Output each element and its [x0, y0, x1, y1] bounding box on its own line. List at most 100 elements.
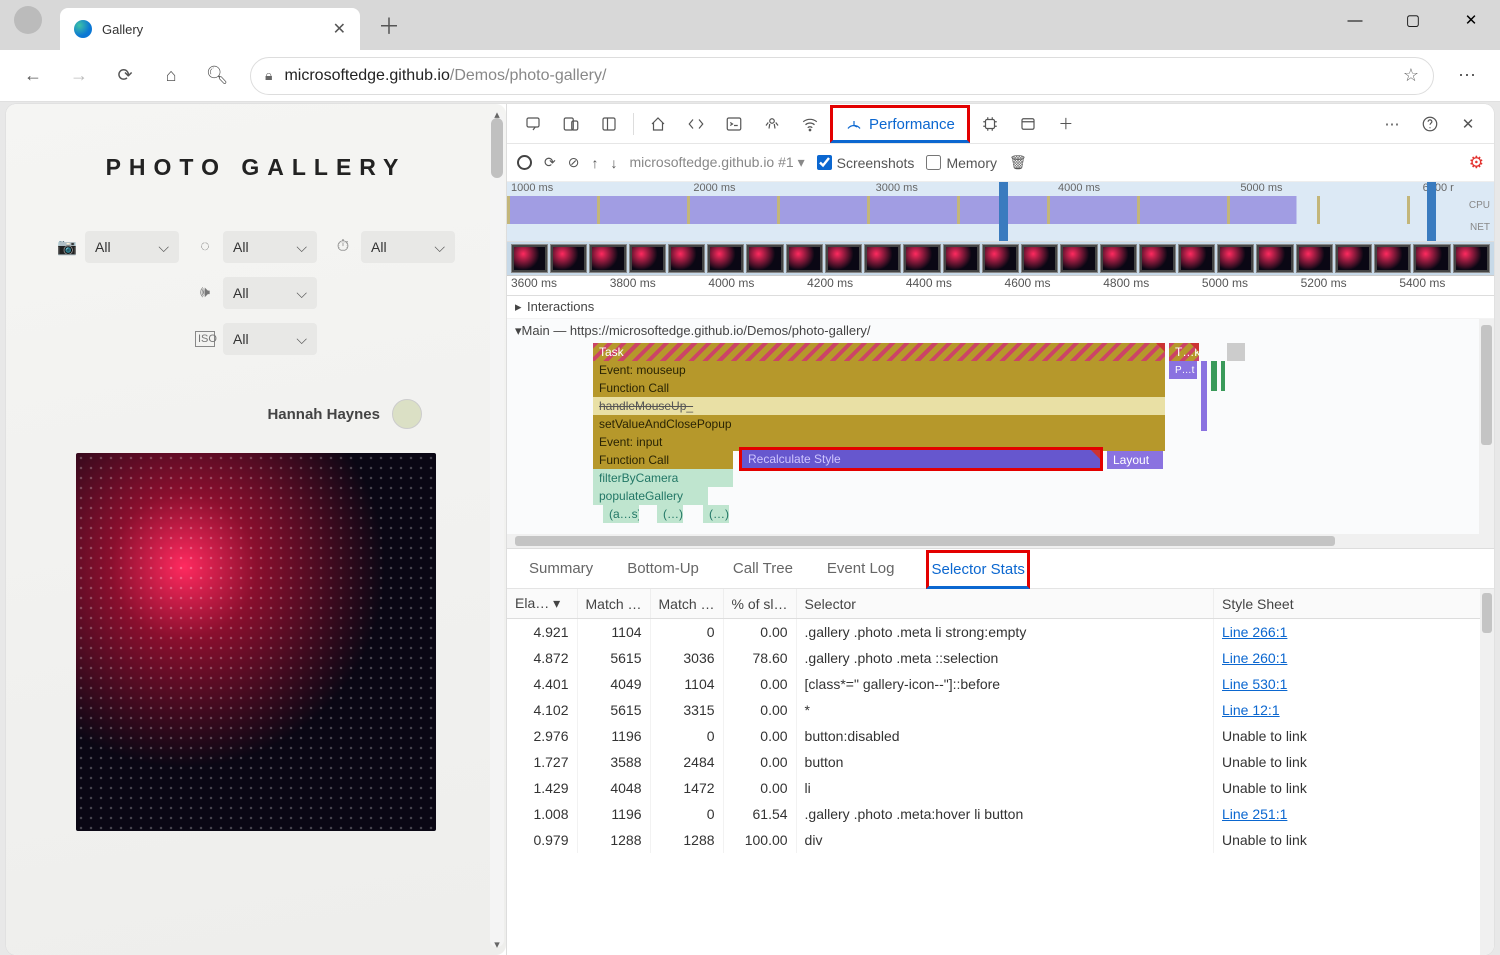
page-title: PHOTO GALLERY: [46, 154, 466, 181]
tab-bottom-up[interactable]: Bottom-Up: [625, 552, 701, 585]
table-row[interactable]: 1.727358824840.00buttonUnable to link: [507, 749, 1494, 775]
col-stylesheet[interactable]: Style Sheet: [1214, 589, 1494, 619]
tab-title: Gallery: [102, 22, 333, 37]
stylesheet-link[interactable]: Line 530:1: [1222, 676, 1287, 692]
more-button[interactable]: ⋯: [1446, 56, 1488, 96]
close-devtools-icon[interactable]: ✕: [1450, 108, 1486, 140]
reload-button[interactable]: ⟳: [104, 56, 146, 96]
clear-icon[interactable]: ⊘: [568, 154, 580, 171]
table-row[interactable]: 0.97912881288100.00divUnable to link: [507, 827, 1494, 853]
table-row[interactable]: 4.401404911040.00[class*=" gallery-icon-…: [507, 671, 1494, 697]
inspect-icon[interactable]: [515, 108, 551, 140]
minimize-button[interactable]: ―: [1326, 0, 1384, 40]
table-row[interactable]: 2.976119600.00button:disabledUnable to l…: [507, 723, 1494, 749]
col-elapsed[interactable]: Ela… ▾: [507, 589, 577, 619]
network-icon[interactable]: [792, 108, 828, 140]
url-text: microsoftedge.github.io/Demos/photo-gall…: [284, 67, 606, 85]
shutter-filter[interactable]: All: [361, 231, 455, 263]
titlebar: Gallery ✕ ＋ ― ▢ ✕: [0, 0, 1500, 50]
more-tabs-icon[interactable]: ＋: [1048, 108, 1084, 140]
elements-icon[interactable]: [678, 108, 714, 140]
col-selector[interactable]: Selector: [796, 589, 1213, 619]
perf-settings-icon[interactable]: ⚙: [1469, 153, 1484, 173]
close-tab-icon[interactable]: ✕: [333, 19, 346, 39]
flame-setval: setValueAndClosePopup: [593, 415, 1165, 433]
tab-event-log[interactable]: Event Log: [825, 552, 897, 585]
range-handle-right[interactable]: [1427, 182, 1436, 241]
table-row[interactable]: 1.429404814720.00liUnable to link: [507, 775, 1494, 801]
aperture-filter[interactable]: All: [223, 231, 317, 263]
tab-selector-stats[interactable]: Selector Stats: [926, 550, 1029, 589]
browser-toolbar: ← → ⟳ ⌂ 🔍︎ 🔒︎ microsoftedge.github.io/De…: [0, 50, 1500, 102]
devtools-toolbar: Performance ＋ ⋯ ✕: [507, 104, 1494, 144]
filter-bar: 📷All ◌All ⏱All 🕪All ISOAll: [46, 231, 466, 355]
record-button[interactable]: [517, 155, 532, 170]
tab-performance[interactable]: Performance: [830, 105, 970, 143]
devtools: Performance ＋ ⋯ ✕ ⟳ ⊘ ↑ ↓ microsoftedge.…: [506, 104, 1494, 955]
dock-icon[interactable]: [591, 108, 627, 140]
aperture-icon: ◌: [195, 238, 215, 256]
range-handle-left[interactable]: [999, 182, 1008, 241]
home-button[interactable]: ⌂: [150, 56, 192, 96]
table-row[interactable]: 4.8725615303678.60.gallery .photo .meta …: [507, 645, 1494, 671]
reload-record-icon[interactable]: ⟳: [544, 154, 556, 171]
back-button[interactable]: ←: [12, 56, 54, 96]
col-percent[interactable]: % of sl…: [723, 589, 796, 619]
tab-call-tree[interactable]: Call Tree: [731, 552, 795, 585]
welcome-icon[interactable]: [640, 108, 676, 140]
timeline-overview[interactable]: 1000 ms 2000 ms 3000 ms 4000 ms 5000 ms …: [507, 182, 1494, 242]
browser-tab[interactable]: Gallery ✕: [60, 8, 360, 50]
lock-icon: 🔒︎: [265, 67, 272, 84]
collect-garbage-icon[interactable]: 🗑: [1009, 154, 1027, 171]
favorite-icon[interactable]: ☆: [1403, 65, 1419, 86]
memory-checkbox[interactable]: Memory: [926, 155, 997, 171]
stylesheet-link[interactable]: Line 12:1: [1222, 702, 1280, 718]
forward-button: →: [58, 56, 100, 96]
search-button[interactable]: 🔍︎: [196, 56, 238, 96]
maximize-button[interactable]: ▢: [1384, 0, 1442, 40]
grid-scrollbar[interactable]: [1480, 589, 1494, 955]
frames-strip[interactable]: [507, 242, 1494, 276]
flame-chart[interactable]: ▾Main — https://microsoftedge.github.io/…: [507, 319, 1494, 549]
sound-icon: 🕪: [195, 284, 215, 302]
application-icon[interactable]: [1010, 108, 1046, 140]
flame-vscroll[interactable]: [1479, 319, 1494, 548]
new-tab-button[interactable]: ＋: [378, 9, 400, 41]
camera-filter[interactable]: All: [85, 231, 179, 263]
perf-context[interactable]: microsoftedge.github.io #1 ▾: [629, 154, 804, 171]
console-icon[interactable]: [716, 108, 752, 140]
iso-filter[interactable]: All: [223, 323, 317, 355]
gallery-photo[interactable]: [76, 453, 436, 831]
col-match-attempts[interactable]: Match …: [577, 589, 650, 619]
load-icon[interactable]: ↑: [591, 155, 598, 171]
col-match-count[interactable]: Match …: [650, 589, 723, 619]
sources-icon[interactable]: [754, 108, 790, 140]
tab-summary[interactable]: Summary: [527, 552, 595, 585]
help-icon[interactable]: [1412, 108, 1448, 140]
camera-icon: 📷: [57, 237, 77, 257]
table-row[interactable]: 1.0081196061.54.gallery .photo .meta:hov…: [507, 801, 1494, 827]
save-icon[interactable]: ↓: [610, 155, 617, 171]
interactions-row[interactable]: ▸Interactions: [507, 296, 1494, 319]
stylesheet-link[interactable]: Line 266:1: [1222, 624, 1287, 640]
address-bar[interactable]: 🔒︎ microsoftedge.github.io/Demos/photo-g…: [250, 57, 1434, 95]
table-row[interactable]: 4.102561533150.00*Line 12:1: [507, 697, 1494, 723]
device-icon[interactable]: [553, 108, 589, 140]
overflow-icon[interactable]: ⋯: [1374, 108, 1410, 140]
memory-icon[interactable]: [972, 108, 1008, 140]
selector-stats-grid[interactable]: Ela… ▾ Match … Match … % of sl… Selector…: [507, 589, 1494, 955]
author-avatar[interactable]: [392, 399, 422, 429]
flame-event-mouseup: Event: mouseup: [593, 361, 1165, 379]
stylesheet-link[interactable]: Line 260:1: [1222, 650, 1287, 666]
close-window-button[interactable]: ✕: [1442, 0, 1500, 40]
flame-hscroll[interactable]: [507, 534, 1479, 548]
profile-icon[interactable]: [14, 6, 42, 34]
screenshots-checkbox[interactable]: Screenshots: [817, 155, 915, 171]
stylesheet-link[interactable]: Line 251:1: [1222, 806, 1287, 822]
page-scrollbar[interactable]: ▴▾: [490, 112, 504, 947]
perf-toolbar: ⟳ ⊘ ↑ ↓ microsoftedge.github.io #1 ▾ Scr…: [507, 144, 1494, 182]
table-row[interactable]: 4.921110400.00.gallery .photo .meta li s…: [507, 619, 1494, 646]
author-name: Hannah Haynes: [267, 406, 380, 423]
focal-filter[interactable]: All: [223, 277, 317, 309]
flame-handle: handleMouseUp_: [593, 397, 1165, 415]
